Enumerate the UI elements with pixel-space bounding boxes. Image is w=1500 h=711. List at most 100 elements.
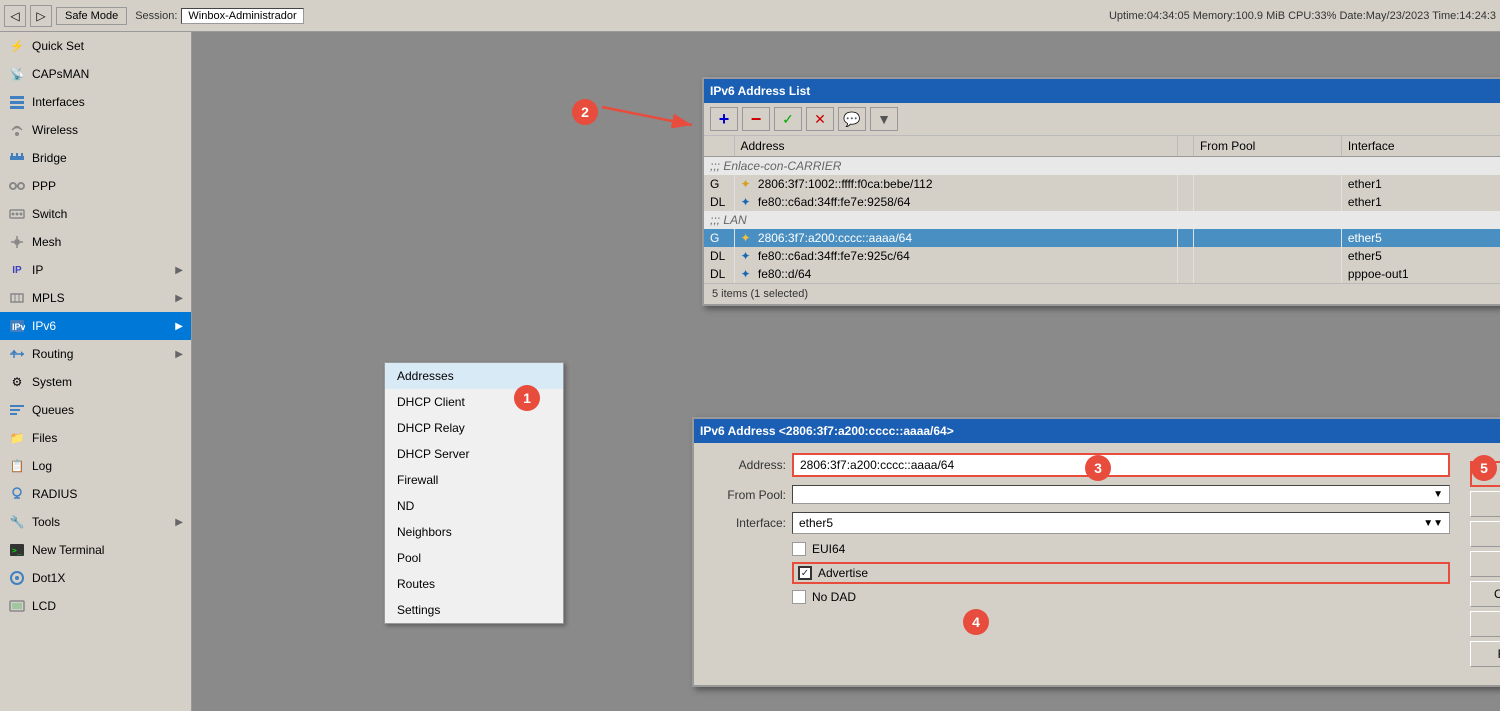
from-pool-arrow: ▼ [1433, 489, 1443, 500]
from-pool-label: From Pool: [706, 488, 786, 502]
sidebar-item-mesh[interactable]: Mesh [0, 228, 191, 256]
sidebar-item-ipv6[interactable]: IPv6 IPv6 ▶ [0, 312, 191, 340]
disable-button[interactable]: Disable [1470, 551, 1500, 577]
row-address-value: 2806:3f7:1002::ffff:f0ca:bebe/112 [758, 177, 933, 191]
sidebar-item-wireless[interactable]: Wireless [0, 116, 191, 144]
ip-icon: IP [8, 261, 26, 279]
sidebar-label-ipv6: IPv6 [32, 319, 169, 333]
no-dad-checkbox[interactable] [792, 590, 806, 604]
sidebar-item-files[interactable]: 📁 Files [0, 424, 191, 452]
row-address-value: fe80::c6ad:34ff:fe7e:925c/64 [758, 249, 910, 263]
badge-5: 5 [1471, 455, 1497, 481]
submenu-item-dhcp-server[interactable]: DHCP Server [385, 441, 563, 467]
submenu-item-settings[interactable]: Settings [385, 597, 563, 623]
interface-label: Interface: [706, 516, 786, 530]
eui64-checkbox[interactable] [792, 542, 806, 556]
enable-button[interactable]: ✓ [774, 107, 802, 131]
switch-icon [8, 205, 26, 223]
remove-button[interactable]: − [742, 107, 770, 131]
sidebar-item-interfaces[interactable]: Interfaces [0, 88, 191, 116]
ipv6-list-status: 5 items (1 selected) [704, 283, 1500, 304]
remove-button[interactable]: Remove [1470, 641, 1500, 667]
comment-button[interactable]: Comment [1470, 581, 1500, 607]
sidebar-label-files: Files [32, 431, 183, 445]
section-label-lan: ;;; LAN [704, 211, 1500, 229]
sidebar-item-capsman[interactable]: 📡 CAPsMAN [0, 60, 191, 88]
address-input[interactable] [792, 453, 1450, 477]
table-row[interactable]: DL ✦ fe80::c6ad:34ff:fe7e:925c/64 ether5… [704, 247, 1500, 265]
ipv6-list-window: IPv6 Address List _ ✕ + − ✓ ✕ 💬 ▼ [702, 77, 1500, 306]
table-row-selected[interactable]: G ✦ 2806:3f7:a200:cccc::aaaa/64 ether5 y… [704, 229, 1500, 247]
submenu-item-firewall[interactable]: Firewall [385, 467, 563, 493]
submenu-item-neighbors[interactable]: Neighbors [385, 519, 563, 545]
sidebar-label-lcd: LCD [32, 599, 183, 613]
back-button[interactable]: ◁ [4, 5, 26, 27]
interface-dropdown[interactable]: ether5 ▼▼ [792, 512, 1450, 534]
table-row[interactable]: G ✦ 2806:3f7:1002::ffff:f0ca:bebe/112 et… [704, 175, 1500, 193]
th-address[interactable]: Address [734, 136, 1177, 157]
add-button[interactable]: + [710, 107, 738, 131]
sidebar-item-lcd[interactable]: LCD [0, 592, 191, 620]
th-interface[interactable]: Interface [1341, 136, 1500, 157]
row-flag: G [704, 175, 734, 193]
sidebar-item-quick-set[interactable]: ⚡ Quick Set [0, 32, 191, 60]
sidebar-item-switch[interactable]: Switch [0, 200, 191, 228]
terminal-icon: >_ [8, 541, 26, 559]
sidebar-item-dot1x[interactable]: Dot1X [0, 564, 191, 592]
sidebar-item-system[interactable]: ⚙ System [0, 368, 191, 396]
advertise-checkbox[interactable] [798, 566, 812, 580]
sidebar-item-log[interactable]: 📋 Log [0, 452, 191, 480]
sidebar-item-ip[interactable]: IP IP ▶ [0, 256, 191, 284]
advertise-check: Advertise [792, 562, 1450, 584]
comment-button[interactable]: 💬 [838, 107, 866, 131]
table-section-lan: ;;; LAN [704, 211, 1500, 229]
sidebar-item-routing[interactable]: Routing ▶ [0, 340, 191, 368]
forward-button[interactable]: ▷ [30, 5, 52, 27]
ipv6-table-container: Address From Pool Interface / Advertise … [704, 136, 1500, 283]
sidebar-item-ppp[interactable]: PPP [0, 172, 191, 200]
sidebar-item-new-terminal[interactable]: >_ New Terminal [0, 536, 191, 564]
from-pool-dropdown[interactable]: ▼ [792, 485, 1450, 504]
row-from-pool [1193, 229, 1341, 247]
row-status-icon: ✦ [741, 231, 751, 245]
ipv6-edit-title: IPv6 Address <2806:3f7:a200:cccc::aaaa/6… [700, 424, 954, 438]
tools-arrow: ▶ [175, 517, 183, 528]
files-icon: 📁 [8, 429, 26, 447]
table-row[interactable]: DL ✦ fe80::c6ad:34ff:fe7e:9258/64 ether1… [704, 193, 1500, 211]
sidebar-label-tools: Tools [32, 515, 169, 529]
disable-button[interactable]: ✕ [806, 107, 834, 131]
interface-row: Interface: ether5 ▼▼ [706, 512, 1450, 534]
sidebar-label-ip: IP [32, 263, 169, 277]
row-interface: pppoe-out1 [1341, 265, 1500, 283]
th-from-pool[interactable]: From Pool [1193, 136, 1341, 157]
safe-mode-button[interactable]: Safe Mode [56, 7, 127, 25]
apply-button[interactable]: Apply [1470, 521, 1500, 547]
sidebar-label-dot1x: Dot1X [32, 571, 183, 585]
tools-icon: 🔧 [8, 513, 26, 531]
cancel-button[interactable]: Cancel [1470, 491, 1500, 517]
row-interface: ether5 [1341, 247, 1500, 265]
submenu-item-dhcp-relay[interactable]: DHCP Relay [385, 415, 563, 441]
row-flag: DL [704, 193, 734, 211]
sidebar-item-queues[interactable]: Queues [0, 396, 191, 424]
sidebar-item-mpls[interactable]: MPLS ▶ [0, 284, 191, 312]
sidebar-item-tools[interactable]: 🔧 Tools ▶ [0, 508, 191, 536]
address-row: Address: [706, 453, 1450, 477]
row-from-pool [1193, 193, 1341, 211]
submenu-item-routes[interactable]: Routes [385, 571, 563, 597]
submenu-item-nd[interactable]: ND [385, 493, 563, 519]
row-address: ✦ fe80::d/64 [734, 265, 1177, 283]
interfaces-icon [8, 93, 26, 111]
ipv6-table: Address From Pool Interface / Advertise … [704, 136, 1500, 283]
submenu-item-pool[interactable]: Pool [385, 545, 563, 571]
row-flag: DL [704, 265, 734, 283]
table-row[interactable]: DL ✦ fe80::d/64 pppoe-out1 no [704, 265, 1500, 283]
form-checkboxes: EUI64 Advertise No DAD [792, 542, 1450, 604]
sidebar-item-bridge[interactable]: Bridge [0, 144, 191, 172]
sidebar-item-radius[interactable]: RADIUS [0, 480, 191, 508]
submenu-item-addresses[interactable]: Addresses [385, 363, 563, 389]
row-divider [1177, 175, 1193, 193]
filter-button[interactable]: ▼ [870, 107, 898, 131]
sidebar-label-log: Log [32, 459, 183, 473]
copy-button[interactable]: Copy [1470, 611, 1500, 637]
